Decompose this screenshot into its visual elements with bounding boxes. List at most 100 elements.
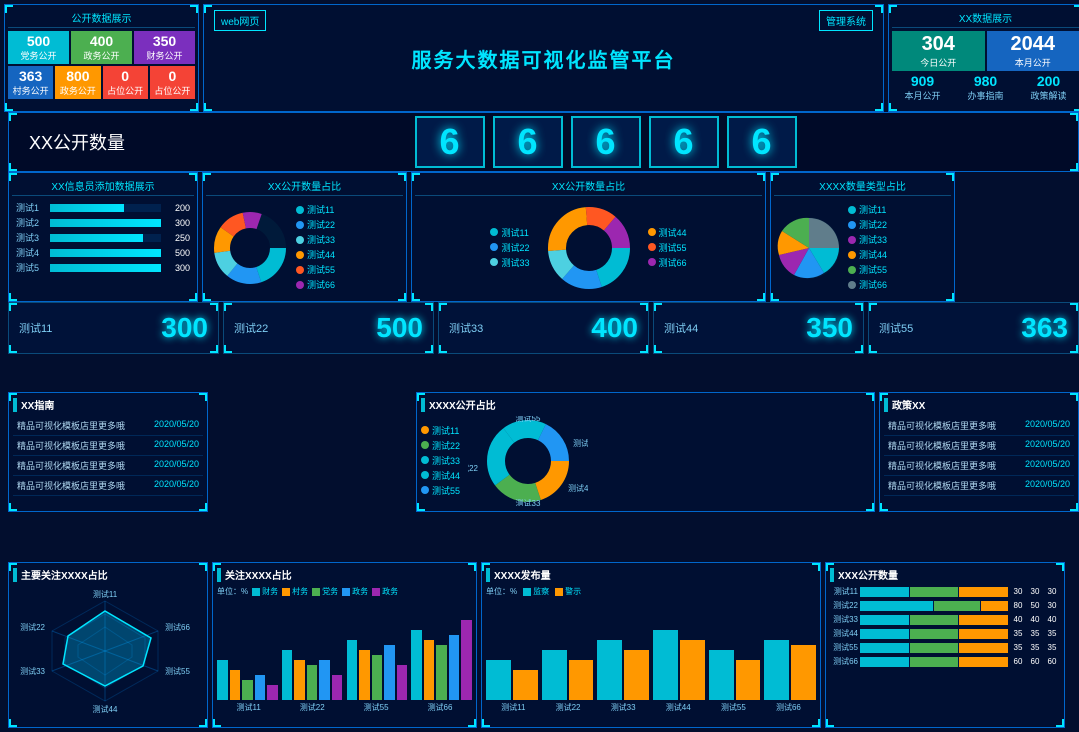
radar-title-bar: 主要关注XXXX占比 xyxy=(13,567,203,582)
bar-single xyxy=(424,640,435,700)
tr-sub-1: 980 办事指南 xyxy=(955,73,1016,102)
release-bar-single xyxy=(736,660,761,700)
guide-item: 精品可视化模板店里更多哦 2020/05/20 xyxy=(13,456,203,476)
nav-web[interactable]: web网页 xyxy=(214,10,266,31)
digit-1: 6 xyxy=(493,116,563,168)
release-x: 测试11测试22测试33测试44测试55测试66 xyxy=(486,702,816,713)
hbar-row: 测试22 805030 xyxy=(830,600,1060,611)
hbar-rows: 测试11 303030 测试22 805030 测试33 404040 测试44… xyxy=(830,586,1060,667)
grouped-bar-title: 关注XXXX占比 xyxy=(225,567,292,582)
policy-item: 精品可视化模板店里更多哦 2020/05/20 xyxy=(884,456,1074,476)
bar-single xyxy=(397,665,408,700)
donut-mid-svg: 测试55 测试11 测试44 测试33 测试22 xyxy=(468,416,588,506)
big-num-section: XX公开数量 6 6 6 6 6 xyxy=(8,112,1079,172)
hbar-title-bar: XXX公开数量 xyxy=(830,567,1060,582)
policy-items: 精品可视化模板店里更多哦 2020/05/20 精品可视化模板店里更多哦 202… xyxy=(884,416,1074,496)
metric-2: 测试33 400 xyxy=(438,302,649,354)
bar-single xyxy=(359,650,370,700)
release-bar-group xyxy=(709,650,761,700)
top-left-title: 公开数据展示 xyxy=(8,8,195,28)
row2: XX公开数量 6 6 6 6 6 xyxy=(4,112,1079,172)
guide-item: 精品可视化模板店里更多哦 2020/05/20 xyxy=(13,416,203,436)
hbar-row: 测试55 353535 xyxy=(830,642,1060,653)
guide-items: 精品可视化模板店里更多哦 2020/05/20 精品可视化模板店里更多哦 202… xyxy=(13,416,203,496)
bar-mini-row: 测试4 500 xyxy=(16,246,190,259)
guide-title: XX指南 xyxy=(21,397,54,412)
svg-text:测试55: 测试55 xyxy=(516,416,541,423)
svg-text:测试44: 测试44 xyxy=(93,704,118,714)
svg-text:测试33: 测试33 xyxy=(20,666,45,676)
digit-3: 6 xyxy=(649,116,719,168)
radar-title: 主要关注XXXX占比 xyxy=(21,567,108,582)
bar-group xyxy=(411,620,472,700)
policy-title-bar: 政策XX xyxy=(884,397,1074,412)
tr-sub-0: 909 本月公开 xyxy=(892,73,953,102)
pie-right-panel: XXXX数量类型占比 测试11 测试22 测试33 测试44 xyxy=(770,172,955,302)
svg-text:测试22: 测试22 xyxy=(20,622,45,632)
dashboard: 公开数据展示 500 党务公开 400 政务公开 350 财务公开 363 xyxy=(0,0,1079,568)
bar-single xyxy=(307,665,318,700)
bar-mini-row: 测试2 300 xyxy=(16,216,190,229)
policy-item: 精品可视化模板店里更多哦 2020/05/20 xyxy=(884,416,1074,436)
guide-panel: XX指南 精品可视化模板店里更多哦 2020/05/20 精品可视化模板店里更多… xyxy=(8,392,208,512)
svg-text:测试44: 测试44 xyxy=(568,483,588,493)
metric-0: 测试11 300 xyxy=(8,302,219,354)
radar-svg: 测试11 测试66 测试55 测试44 测试33 测试22 xyxy=(13,586,198,716)
pie-svg xyxy=(774,213,844,283)
grouped-bar-title-bar: 关注XXXX占比 xyxy=(217,567,472,582)
donut1-svg xyxy=(210,208,290,288)
release-bar-group xyxy=(597,640,649,700)
bar-single xyxy=(319,660,330,700)
svg-text:测试11: 测试11 xyxy=(573,438,588,448)
bar-single xyxy=(255,675,266,700)
bar-single xyxy=(384,645,395,700)
donut2-legend-left: 测试11 测试22 测试33 xyxy=(490,226,529,271)
guide-title-bar: XX指南 xyxy=(13,397,203,412)
policy-item: 精品可视化模板店里更多哦 2020/05/20 xyxy=(884,436,1074,456)
stat-card-5: 0 占位公开 xyxy=(103,66,148,99)
policy-title: 政策XX xyxy=(892,397,925,412)
release-bar-single xyxy=(791,645,816,700)
row5-spacer xyxy=(212,392,412,512)
donut-mid-title-bar: XXXX公开占比 xyxy=(421,397,870,412)
release-bar-single xyxy=(569,660,594,700)
hbar-title: XXX公开数量 xyxy=(838,567,898,582)
bar-chart-title: XX信息员添加数据展示 xyxy=(12,176,194,196)
hbar-row: 测试44 353535 xyxy=(830,628,1060,639)
guide-item: 精品可视化模板店里更多哦 2020/05/20 xyxy=(13,476,203,496)
release-legend: 单位：% 监察 警示 xyxy=(486,586,816,597)
manage-button[interactable]: 管理系统 xyxy=(819,10,873,31)
release-bar-group xyxy=(653,630,705,700)
row3-spacer xyxy=(959,172,1079,302)
policy-item: 精品可视化模板店里更多哦 2020/05/20 xyxy=(884,476,1074,496)
row5: XX指南 精品可视化模板店里更多哦 2020/05/20 精品可视化模板店里更多… xyxy=(4,392,1079,512)
top-right-panel: XX数据展示 304 今日公开 2044 本月公开 909 本月公开 980 xyxy=(888,4,1079,112)
release-bar-single xyxy=(597,640,622,700)
donut-mid-panel: XXXX公开占比 测试11 测试22 测试33 测试44 测试55 xyxy=(416,392,875,512)
digit-0: 6 xyxy=(415,116,485,168)
metric-1: 测试22 500 xyxy=(223,302,434,354)
donut2-panel: XX公开数量占比 测试11 测试22 测试33 测试44 xyxy=(411,172,766,302)
release-bar-single xyxy=(513,670,538,700)
pie-right-title: XXXX数量类型占比 xyxy=(774,176,951,196)
donut1-title: XX公开数量占比 xyxy=(206,176,403,196)
donut1-legend: 测试11 测试22 测试33 测试44 测试55 测试66 xyxy=(296,203,335,293)
bar-single xyxy=(372,655,383,700)
donut-mid-title: XXXX公开占比 xyxy=(429,397,496,412)
release-bar-panel: XXXX发布量 单位：% 监察 警示 测试11测试22测试33测试44测试55测… xyxy=(481,562,821,728)
grouped-bar-panel: 关注XXXX占比 单位：% 财务 村务 党务 政务 政务 测试11 测试22 测… xyxy=(212,562,477,728)
release-bar-single xyxy=(624,650,649,700)
bar-mini-row: 测试1 200 xyxy=(16,201,190,214)
radar-panel: 主要关注XXXX占比 测试11 测试66 测试55 测试 xyxy=(8,562,208,728)
grouped-bar-x: 测试11 测试22 测试55 测试66 xyxy=(217,702,472,713)
bar-single xyxy=(282,650,293,700)
top-right-title: XX数据展示 xyxy=(892,8,1079,28)
release-bar-chart xyxy=(486,600,816,700)
bar-group xyxy=(347,640,408,700)
grouped-bar-chart xyxy=(217,600,472,700)
tr-card2: 2044 本月公开 xyxy=(987,31,1079,71)
big-digits: 6 6 6 6 6 xyxy=(143,116,1068,168)
stat-card-3: 363 村务公开 xyxy=(8,66,53,99)
stat-card-0: 500 党务公开 xyxy=(8,31,69,64)
bar-chart-panel: XX信息员添加数据展示 测试1 200 测试2 300 测试3 250 测试4 xyxy=(8,172,198,302)
